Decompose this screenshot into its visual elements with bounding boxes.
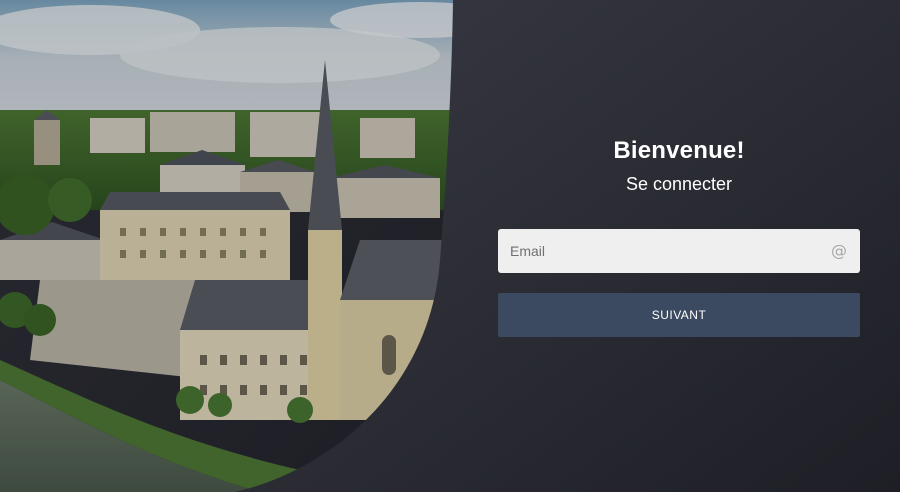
next-button[interactable]: SUIVANT xyxy=(498,293,860,337)
email-field[interactable]: @ xyxy=(498,229,860,273)
at-icon: @ xyxy=(831,241,847,260)
login-page: Bienvenue! Se connecter @ SUIVANT xyxy=(0,0,900,492)
background-photo xyxy=(0,0,453,492)
page-title: Bienvenue! xyxy=(613,137,745,164)
login-form: Bienvenue! Se connecter @ SUIVANT xyxy=(498,135,860,337)
city-landscape-image xyxy=(0,0,453,492)
email-input[interactable] xyxy=(498,229,818,273)
page-subtitle: Se connecter xyxy=(625,174,733,194)
